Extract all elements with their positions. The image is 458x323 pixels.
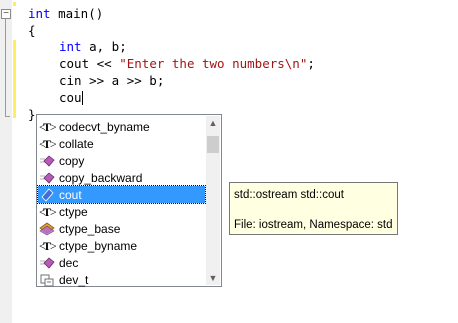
svg-text:>: >: [50, 137, 56, 151]
completion-item-label: dev_t: [59, 272, 89, 287]
fold-guide-end: [5, 116, 10, 117]
template-type-icon: < T >: [38, 136, 56, 152]
completion-item[interactable]: cout: [37, 185, 206, 204]
completion-item-label: codecvt_byname: [59, 119, 150, 134]
variable-icon: [38, 187, 56, 203]
completion-item-label: copy_backward: [59, 170, 143, 185]
completion-item[interactable]: < T > ctype: [38, 203, 205, 220]
code-line-2: {: [28, 24, 36, 38]
completion-item-label: copy: [59, 153, 85, 168]
collapse-icon[interactable]: −: [1, 9, 11, 19]
completion-scrollbar[interactable]: ▲ ▼: [206, 116, 220, 285]
code-text: cin >> a >> b;: [59, 73, 165, 88]
completion-item-label: collate: [59, 136, 94, 151]
tooltip-location: File: iostream, Namespace: std: [234, 219, 393, 231]
completion-item[interactable]: copy_backward: [38, 169, 205, 186]
change-marker: [13, 2, 16, 6]
completion-item[interactable]: copy: [38, 152, 205, 169]
code-text: ;: [307, 56, 315, 71]
completion-item[interactable]: dec: [38, 254, 205, 271]
class-icon: [38, 221, 56, 237]
keyword: int: [28, 6, 51, 21]
template-type-icon: < T >: [38, 238, 56, 254]
svg-text:>: >: [50, 205, 56, 219]
function-icon: [38, 255, 56, 271]
completion-list[interactable]: ▲ ▼ < T > codecvt_byname < T > collate copy copy_…: [36, 114, 222, 287]
completion-item-label: cout: [59, 187, 82, 202]
scroll-thumb[interactable]: [207, 136, 219, 153]
completion-item-label: ctype: [59, 204, 88, 219]
code-text: main(): [50, 6, 104, 21]
code-text: cout <<: [59, 56, 120, 71]
completion-item[interactable]: dev_t: [38, 271, 205, 288]
tooltip-declaration: std::ostream std::cout: [234, 189, 344, 201]
fold-guide: [5, 19, 6, 117]
quick-info-tooltip: std::ostream std::cout File: iostream, N…: [229, 182, 398, 235]
code-line-6: cou: [59, 91, 83, 105]
code-text: cou: [59, 90, 82, 105]
code-line-7: }: [28, 108, 36, 122]
editor-gutter: [0, 0, 12, 323]
code-line-4: cout << "Enter the two numbers\n";: [59, 57, 315, 71]
code-line-3: int a, b;: [59, 40, 127, 54]
keyword: int: [59, 39, 82, 54]
svg-text:>: >: [50, 239, 56, 253]
scroll-down-icon[interactable]: ▼: [206, 271, 220, 285]
completion-item[interactable]: ctype_base: [38, 220, 205, 237]
typedef-icon: [38, 272, 56, 288]
scroll-up-icon[interactable]: ▲: [206, 116, 220, 130]
change-marker: [13, 40, 16, 118]
template-type-icon: < T >: [38, 204, 56, 220]
template-type-icon: < T >: [38, 119, 56, 135]
code-text: }: [28, 107, 36, 122]
string-literal: "Enter the two numbers\n": [119, 56, 308, 71]
svg-text:>: >: [50, 120, 56, 134]
text-caret: [81, 91, 83, 105]
completion-item-label: ctype_base: [59, 221, 121, 236]
code-line-1: int main(): [28, 7, 103, 21]
code-line-5: cin >> a >> b;: [59, 74, 164, 88]
function-icon: [38, 170, 56, 186]
completion-item[interactable]: < T > codecvt_byname: [38, 118, 205, 135]
completion-item-label: dec: [59, 255, 79, 270]
completion-item-label: ctype_byname: [59, 238, 138, 253]
completion-item[interactable]: < T > collate: [38, 135, 205, 152]
code-text: {: [28, 23, 36, 38]
function-icon: [38, 153, 56, 169]
code-text: a, b;: [81, 39, 127, 54]
completion-item[interactable]: < T > ctype_byname: [38, 237, 205, 254]
